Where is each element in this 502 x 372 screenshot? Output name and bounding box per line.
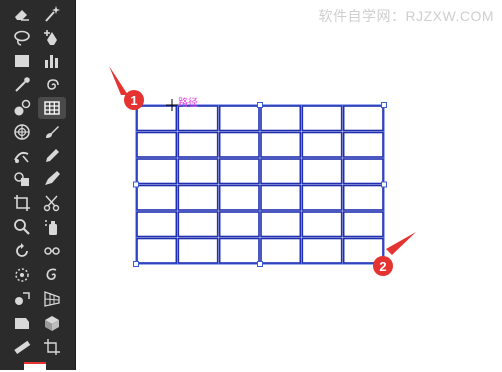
- artboard-canvas[interactable]: [0, 0, 502, 370]
- grid-cell: [260, 105, 302, 132]
- grid-cell: [260, 211, 302, 238]
- path-hint-label: 路径: [178, 98, 198, 109]
- rectangular-grid[interactable]: [135, 104, 385, 265]
- grid-cell: [177, 237, 219, 264]
- grid-cell: [218, 184, 260, 211]
- grid-cell: [301, 131, 343, 158]
- crosshair-cursor-icon: [166, 99, 178, 111]
- resize-handle[interactable]: [133, 181, 139, 188]
- grid-cell: [260, 184, 302, 211]
- selection-bounding-box[interactable]: [135, 104, 385, 265]
- grid-cell: [301, 158, 343, 185]
- grid-cell: [342, 131, 384, 158]
- grid-cell: [342, 211, 384, 238]
- grid-cell: [177, 184, 219, 211]
- grid-cell: [136, 158, 178, 185]
- grid-cell: [260, 158, 302, 185]
- grid-cell: [342, 158, 384, 185]
- annotation-arrow: [109, 66, 416, 255]
- resize-handle[interactable]: [257, 261, 263, 267]
- grid-cell: [177, 131, 219, 158]
- grid-cell: [177, 158, 219, 185]
- grid-cell: [301, 105, 343, 132]
- grid-cell: [177, 105, 219, 132]
- resize-handle[interactable]: [133, 261, 139, 267]
- grid-cell: [136, 184, 178, 211]
- grid-cell: [301, 184, 343, 211]
- grid-cell: [218, 131, 260, 158]
- grid-cell: [218, 237, 260, 264]
- grid-cell: [218, 105, 260, 132]
- resize-handle[interactable]: [381, 181, 387, 188]
- resize-handle[interactable]: [381, 102, 387, 108]
- step-callout-1: 1: [124, 90, 144, 110]
- grid-cell: [301, 237, 343, 264]
- grid-cell: [260, 131, 302, 158]
- grid-cell: [177, 211, 219, 238]
- selection-handles[interactable]: [133, 102, 387, 267]
- grid-cell: [260, 237, 302, 264]
- grid-cell: [301, 211, 343, 238]
- grid-cell: [342, 105, 384, 132]
- grid-cell: [136, 131, 178, 158]
- grid-cell: [218, 211, 260, 238]
- grid-cell: [136, 211, 178, 238]
- grid-cell: [218, 158, 260, 185]
- grid-cell: [342, 184, 384, 211]
- grid-cell: [136, 237, 178, 264]
- step-callout-2: 2: [373, 256, 393, 276]
- resize-handle[interactable]: [257, 102, 263, 108]
